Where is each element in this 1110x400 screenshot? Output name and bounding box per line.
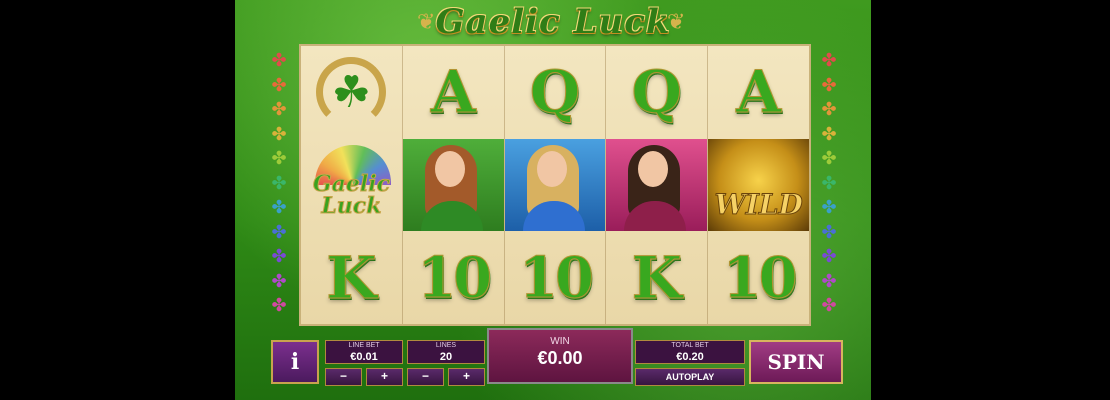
payline-marker-icon[interactable]: ✤ xyxy=(269,222,289,242)
line-bet-control: LINE BET €0.01 − + xyxy=(325,340,403,386)
payline-marker-icon[interactable]: ✤ xyxy=(269,99,289,119)
logo-text-line2: Luck xyxy=(321,193,382,219)
lines-control: LINES 20 − + xyxy=(407,340,485,386)
symbol-a: A xyxy=(708,46,809,139)
payline-markers-left: ✤ ✤ ✤ ✤ ✤ ✤ ✤ ✤ ✤ ✤ ✤ xyxy=(269,50,289,320)
symbol-k: K xyxy=(606,231,707,324)
payline-marker-icon[interactable]: ✤ xyxy=(269,295,289,315)
line-bet-increase-button[interactable]: + xyxy=(366,368,403,386)
symbol-letter: 10 xyxy=(722,244,798,311)
symbol-letter: A xyxy=(736,58,782,127)
symbol-10: 10 xyxy=(708,231,809,324)
payline-marker-icon[interactable]: ✤ xyxy=(819,99,839,119)
payline-marker-icon[interactable]: ✤ xyxy=(819,148,839,168)
payline-marker-icon[interactable]: ✤ xyxy=(269,148,289,168)
symbol-pink-dress-girl xyxy=(606,138,708,232)
payline-marker-icon[interactable]: ✤ xyxy=(819,197,839,217)
payline-markers-right: ✤ ✤ ✤ ✤ ✤ ✤ ✤ ✤ ✤ ✤ ✤ xyxy=(819,50,839,320)
lines-decrease-button[interactable]: − xyxy=(407,368,444,386)
symbol-10: 10 xyxy=(505,231,606,324)
symbol-letter: K xyxy=(631,243,682,312)
symbol-10: 10 xyxy=(403,231,504,324)
logo-text-line1: Gaelic xyxy=(312,171,390,197)
payline-marker-icon[interactable]: ✤ xyxy=(819,50,839,70)
line-bet-decrease-button[interactable]: − xyxy=(325,368,362,386)
symbol-letter: 10 xyxy=(417,244,493,311)
spin-button[interactable]: SPIN xyxy=(749,340,843,384)
symbol-letter: Q xyxy=(631,58,683,127)
win-value: €0.00 xyxy=(537,348,583,368)
info-button[interactable]: i xyxy=(271,340,319,384)
game-title: Gaelic Luck xyxy=(435,2,671,42)
symbol-q: Q xyxy=(606,46,707,139)
autoplay-button[interactable]: AUTOPLAY xyxy=(635,368,745,386)
reel-2: A 10 xyxy=(402,46,505,324)
payline-marker-icon[interactable]: ✤ xyxy=(819,295,839,315)
symbol-letter: A xyxy=(430,58,476,127)
reel-5: A WILD 10 xyxy=(708,46,809,324)
symbol-wild-pot-of-gold: WILD xyxy=(708,138,809,232)
reel-1: ☘ Gaelic Luck K xyxy=(301,46,403,324)
blue-dress-girl-portrait xyxy=(505,139,606,232)
symbol-letter: Q xyxy=(529,58,581,127)
payline-marker-icon[interactable]: ✤ xyxy=(269,50,289,70)
pot-of-gold-icon: WILD xyxy=(708,138,809,232)
payline-marker-icon[interactable]: ✤ xyxy=(819,124,839,144)
title-ornament-right-icon: ❦ xyxy=(667,10,686,35)
reel-area: ☘ Gaelic Luck K A 10 Q 10 Q K A WILD 10 xyxy=(299,44,811,326)
payline-marker-icon[interactable]: ✤ xyxy=(269,173,289,193)
payline-marker-icon[interactable]: ✤ xyxy=(269,124,289,144)
payline-marker-icon[interactable]: ✤ xyxy=(819,271,839,291)
control-bar: i LINE BET €0.01 − + LINES 20 − + WIN €0… xyxy=(271,328,843,386)
payline-marker-icon[interactable]: ✤ xyxy=(269,271,289,291)
lines-label: LINES xyxy=(407,340,485,351)
payline-marker-icon[interactable]: ✤ xyxy=(269,246,289,266)
horseshoe-clover-icon: ☘ xyxy=(316,57,387,128)
reel-3: Q 10 xyxy=(504,46,607,324)
lines-value: 20 xyxy=(407,351,485,364)
win-display: WIN €0.00 xyxy=(487,328,633,384)
symbol-k: K xyxy=(301,231,402,324)
symbol-blue-dress-girl xyxy=(504,138,606,232)
logo-symbol: Gaelic Luck xyxy=(312,171,390,219)
win-label: WIN xyxy=(550,336,570,347)
payline-marker-icon[interactable]: ✤ xyxy=(819,246,839,266)
reel-4: Q K xyxy=(606,46,709,324)
slot-game: ❦ Gaelic Luck ❦ ✤ ✤ ✤ ✤ ✤ ✤ ✤ ✤ ✤ ✤ ✤ ☘ … xyxy=(235,0,871,400)
total-bet-label: TOTAL BET xyxy=(635,340,745,351)
payline-marker-icon[interactable]: ✤ xyxy=(819,222,839,242)
total-bet-value: €0.20 xyxy=(635,351,745,364)
symbol-q: Q xyxy=(505,46,606,139)
payline-marker-icon[interactable]: ✤ xyxy=(819,75,839,95)
line-bet-label: LINE BET xyxy=(325,340,403,351)
symbol-letter: K xyxy=(326,243,377,312)
symbol-leprechaun-girl xyxy=(402,138,504,232)
wild-label: WILD xyxy=(714,188,804,222)
total-bet-control: TOTAL BET €0.20 AUTOPLAY xyxy=(635,340,745,386)
payline-marker-icon[interactable]: ✤ xyxy=(269,197,289,217)
line-bet-value: €0.01 xyxy=(325,351,403,364)
symbol-horseshoe-clover: ☘ xyxy=(301,46,402,139)
lines-increase-button[interactable]: + xyxy=(448,368,485,386)
symbol-gaelic-luck-logo: Gaelic Luck xyxy=(301,139,402,232)
symbol-a: A xyxy=(403,46,504,139)
leprechaun-girl-portrait xyxy=(403,139,504,232)
pink-dress-girl-portrait xyxy=(606,139,707,232)
symbol-letter: 10 xyxy=(519,244,595,311)
payline-marker-icon[interactable]: ✤ xyxy=(269,75,289,95)
payline-marker-icon[interactable]: ✤ xyxy=(819,173,839,193)
